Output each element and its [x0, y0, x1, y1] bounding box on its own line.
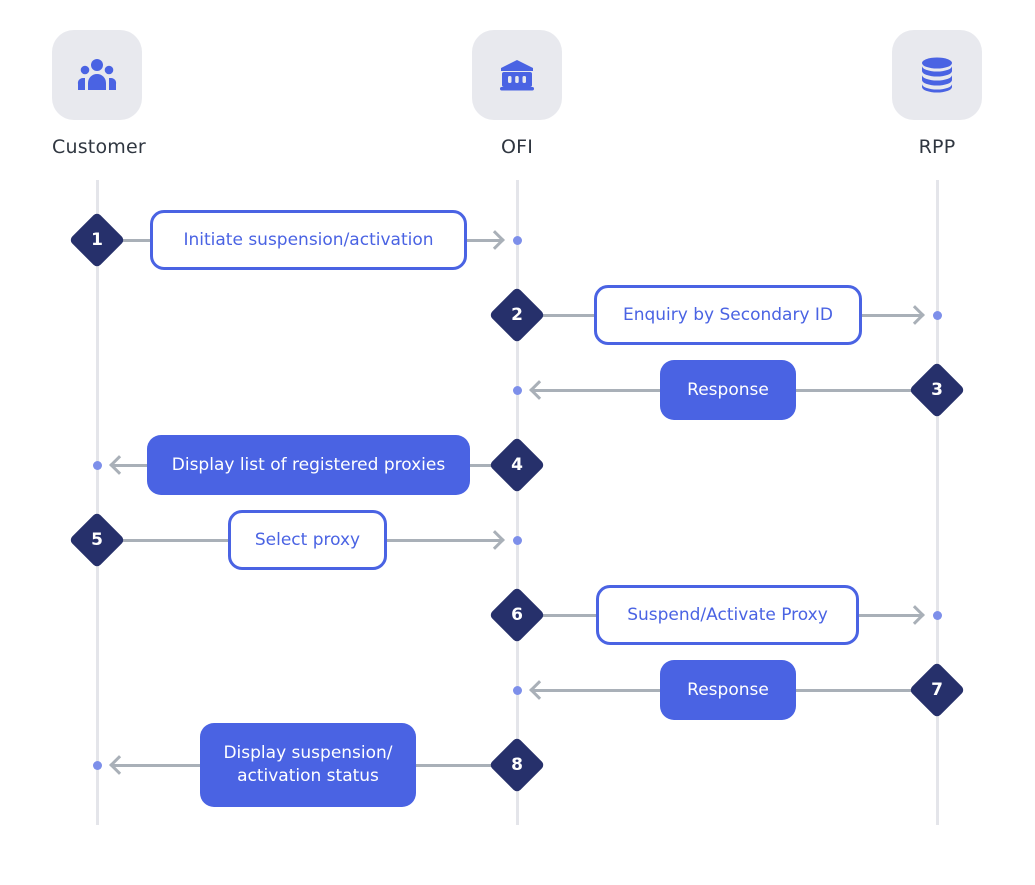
actor-rpp-tile: [892, 30, 982, 120]
message-box: Display suspension/ activation status: [200, 723, 416, 807]
actor-label: RPP: [918, 136, 956, 158]
step-number: 8: [511, 755, 523, 775]
actor-ofi-tile: [472, 30, 562, 120]
lifeline-ofi: [516, 180, 519, 825]
endpoint-dot: [513, 236, 522, 245]
bank-building-icon: [500, 60, 534, 91]
endpoint-dot: [93, 461, 102, 470]
lifeline-rpp: [936, 180, 939, 825]
lifeline-customer: [96, 180, 99, 825]
arrow-right-icon: [905, 305, 925, 325]
step-number: 2: [511, 305, 523, 325]
step-number: 3: [931, 380, 943, 400]
arrow-right-icon: [905, 605, 925, 625]
arrow-left-icon: [529, 680, 549, 700]
step-number: 7: [931, 680, 943, 700]
actor-rpp: RPP: [892, 30, 982, 158]
endpoint-dot: [93, 761, 102, 770]
step-number: 5: [91, 530, 103, 550]
message-box: Suspend/Activate Proxy: [596, 585, 859, 645]
endpoint-dot: [933, 611, 942, 620]
message-box: Initiate suspension/activation: [150, 210, 467, 270]
endpoint-dot: [513, 686, 522, 695]
message-box: Select proxy: [228, 510, 387, 570]
actor-customer-tile: [52, 30, 142, 120]
actor-label: Customer: [52, 136, 146, 158]
arrow-left-icon: [109, 455, 129, 475]
arrow-right-icon: [485, 230, 505, 250]
step-number: 4: [511, 455, 523, 475]
actor-ofi: OFI: [472, 30, 562, 158]
arrow-right-icon: [485, 530, 505, 550]
message-box: Display list of registered proxies: [147, 435, 470, 495]
actor-label: OFI: [500, 136, 534, 158]
database-icon: [922, 57, 952, 93]
message-box: Response: [660, 360, 796, 420]
step-number: 1: [91, 230, 103, 250]
users-group-icon: [77, 59, 117, 90]
endpoint-dot: [513, 386, 522, 395]
endpoint-dot: [933, 311, 942, 320]
step-number: 6: [511, 605, 523, 625]
endpoint-dot: [513, 536, 522, 545]
arrow-left-icon: [529, 380, 549, 400]
message-box: Response: [660, 660, 796, 720]
message-box: Enquiry by Secondary ID: [594, 285, 862, 345]
arrow-left-icon: [109, 755, 129, 775]
actor-customer: Customer: [52, 30, 146, 158]
